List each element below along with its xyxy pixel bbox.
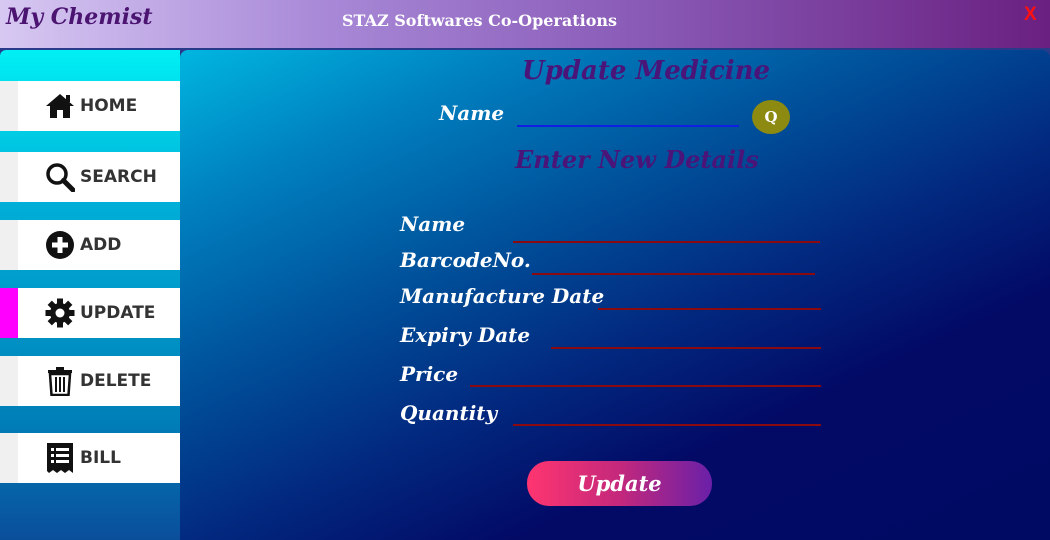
search-button[interactable]: Q bbox=[752, 100, 790, 134]
manufacture-date-label: Manufacture Date bbox=[400, 284, 605, 308]
sidebar-item-label: HOME bbox=[80, 96, 138, 116]
name-label: Name bbox=[400, 212, 466, 236]
sidebar-item-bill[interactable]: BILL bbox=[0, 433, 180, 483]
sidebar-item-delete[interactable]: DELETE bbox=[0, 356, 180, 406]
trash-icon bbox=[44, 365, 76, 397]
plus-circle-icon bbox=[44, 229, 76, 261]
receipt-icon bbox=[44, 442, 76, 474]
close-button[interactable]: X bbox=[1024, 4, 1037, 26]
quantity-label: Quantity bbox=[400, 401, 498, 425]
expiry-date-field[interactable] bbox=[551, 347, 821, 349]
gear-icon bbox=[44, 297, 76, 329]
active-indicator bbox=[0, 288, 18, 338]
barcode-label: BarcodeNo. bbox=[400, 248, 531, 272]
sidebar-item-search[interactable]: SEARCH bbox=[0, 152, 180, 202]
sidebar-item-label: ADD bbox=[80, 235, 122, 255]
manufacture-date-field[interactable] bbox=[598, 308, 821, 310]
sidebar-item-update[interactable]: UPDATE bbox=[0, 288, 180, 338]
section-subtitle: Enter New Details bbox=[515, 145, 759, 174]
barcode-field[interactable] bbox=[532, 273, 815, 275]
home-icon bbox=[44, 90, 76, 122]
price-label: Price bbox=[400, 362, 459, 386]
price-field[interactable] bbox=[470, 385, 821, 387]
sidebar-item-label: SEARCH bbox=[80, 167, 157, 187]
search-icon bbox=[44, 161, 76, 193]
sidebar-item-label: UPDATE bbox=[80, 303, 156, 323]
sidebar: HOME SEARCH ADD UPDATE DELETE BILL bbox=[0, 50, 180, 540]
update-button[interactable]: Update bbox=[527, 461, 712, 506]
sidebar-item-label: BILL bbox=[80, 448, 121, 468]
sidebar-item-home[interactable]: HOME bbox=[0, 81, 180, 131]
name-field[interactable] bbox=[513, 241, 820, 243]
search-name-label: Name bbox=[439, 101, 505, 125]
search-name-input[interactable] bbox=[517, 125, 739, 127]
sidebar-item-add[interactable]: ADD bbox=[0, 220, 180, 270]
quantity-field[interactable] bbox=[513, 424, 821, 426]
expiry-date-label: Expiry Date bbox=[400, 323, 531, 347]
page-title: Update Medicine bbox=[522, 56, 771, 86]
company-name: STAZ Softwares Co-Operations bbox=[342, 11, 618, 30]
title-bar: My Chemist STAZ Softwares Co-Operations … bbox=[0, 0, 1050, 48]
sidebar-item-label: DELETE bbox=[80, 371, 152, 391]
app-title: My Chemist bbox=[6, 4, 153, 30]
